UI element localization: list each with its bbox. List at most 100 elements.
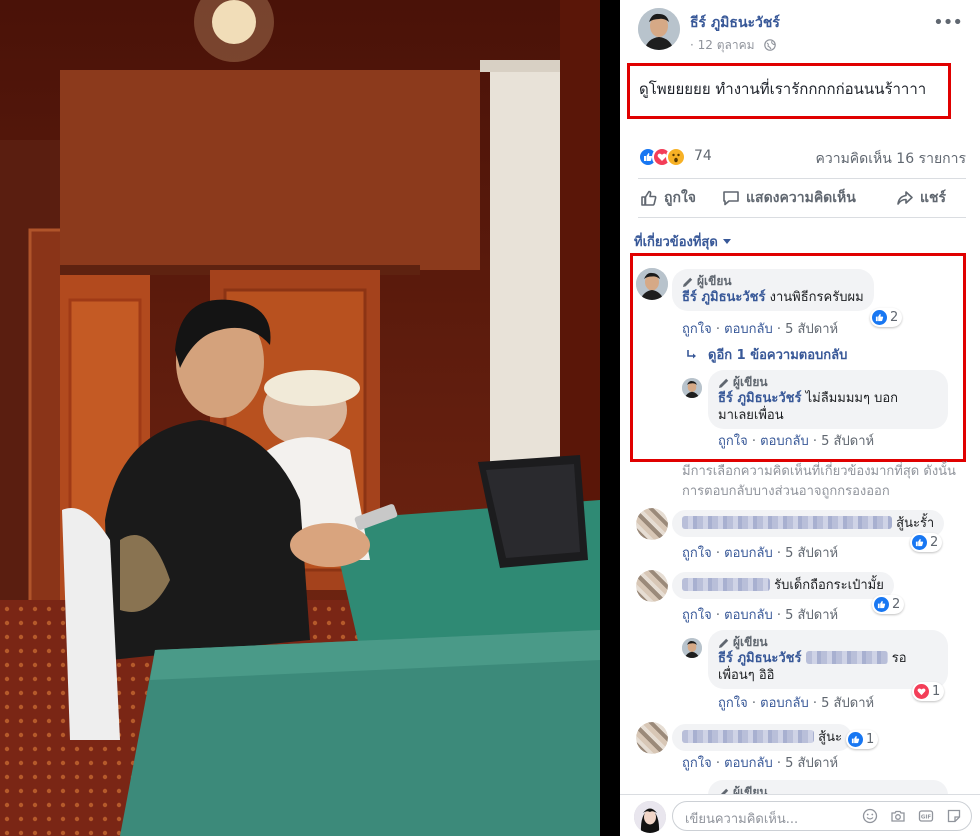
more-dots-icon[interactable]: ••• xyxy=(933,14,963,32)
like-label: ถูกใจ xyxy=(664,190,696,206)
reply-reply-link[interactable]: ตอบกลับ xyxy=(760,434,809,449)
composer-icons: GIF xyxy=(861,807,963,825)
filter-notice: มีการเลือกความคิดเห็นที่เกี่ยวข้องมากที่… xyxy=(682,464,956,499)
comment-time[interactable]: 5 สัปดาห์ xyxy=(785,608,838,623)
post-header: ธีร์ ภูมิธนะวัชร์ · 12 ตุลาคม ••• xyxy=(638,8,978,58)
reply-arrow-icon xyxy=(687,349,696,358)
reply-text-line2: มาเลยเพื่อน xyxy=(718,408,784,423)
comment-bubble: ผู้เขียน ธีร์ ภูมิธนะวัชร์ งานพิธีกรครับ… xyxy=(672,269,874,311)
comment-text: สู้นะรั้า xyxy=(896,516,935,531)
reply-text: รอ xyxy=(891,651,907,666)
reply-item: ผู้เขียน ธีร์ ภูมิธนะวัชร์ ไม่ลืมมมมๆ บอ… xyxy=(682,370,972,450)
post-side-panel: ธีร์ ภูมิธนะวัชร์ · 12 ตุลาคม ••• ดูโพยย… xyxy=(620,0,980,836)
comment-time[interactable]: 5 สัปดาห์ xyxy=(785,756,838,771)
reply-bubble: ผู้เขียน ธีร์ ภูมิธนะวัชร์ รอ เพื่อนๆ อิ… xyxy=(708,630,948,689)
comment-icon xyxy=(723,191,739,206)
reply-text: ไม่ลืมมมมๆ บอก xyxy=(805,391,899,406)
filter-label: ที่เกี่ยวข้องที่สุด xyxy=(634,235,718,250)
sticker-icon[interactable] xyxy=(945,807,963,825)
comment-item: สู้นะรั้า ถูกใจ · ตอบกลับ · 5 สัปดาห์ 2 xyxy=(636,508,966,564)
post-text-highlight: ดูโพยยยยย ทำงานที่เรารักกกกก่อนนนร้าาาา xyxy=(627,63,951,119)
viewer-avatar[interactable] xyxy=(634,801,666,833)
replier-avatar[interactable] xyxy=(682,638,702,658)
pencil-icon xyxy=(719,638,729,648)
camera-icon[interactable] xyxy=(889,807,907,825)
comment-bubble: สู้นะรั้า xyxy=(672,510,945,537)
comment-like-link[interactable]: ถูกใจ xyxy=(682,546,712,561)
reply-reaction-badge[interactable]: 1 xyxy=(912,682,945,701)
blurred-commenter-name xyxy=(682,578,770,591)
comment-button[interactable]: แสดงความคิดเห็น xyxy=(722,187,856,209)
comment-text: รับเด็กถือกระเป๋ามั้ย xyxy=(774,578,884,593)
author-avatar[interactable] xyxy=(638,8,680,50)
comment-reply-link[interactable]: ตอบกลับ xyxy=(724,756,773,771)
post-text: ดูโพยยยยย ทำงานที่เรารักกกกก่อนนนร้าาาา xyxy=(639,80,927,98)
reply-time[interactable]: 5 สัปดาห์ xyxy=(821,434,874,449)
svg-text:GIF: GIF xyxy=(921,815,932,821)
post-date[interactable]: 12 ตุลาคม xyxy=(698,38,755,52)
comment-bubble: รับเด็กถือกระเป๋ามั้ย xyxy=(672,572,894,599)
comment-actions: ถูกใจ · ตอบกลับ · 5 สัปดาห์ xyxy=(682,608,839,623)
reply-like-link[interactable]: ถูกใจ xyxy=(718,696,748,711)
view-more-replies-link[interactable]: ดูอีก 1 ข้อความตอบกลับ xyxy=(686,344,847,365)
comment-item: ผู้เขียน ธีร์ ภูมิธนะวัชร์ งานพิธีกรครับ… xyxy=(636,268,966,338)
commenter-avatar[interactable] xyxy=(636,570,668,602)
blurred-mention xyxy=(805,651,888,664)
caret-down-icon xyxy=(722,239,731,244)
share-button[interactable]: แชร์ xyxy=(896,187,946,209)
post-meta: · 12 ตุลาคม xyxy=(690,36,777,55)
author-badge: ผู้เขียน xyxy=(682,274,864,289)
author-name[interactable]: ธีร์ ภูมิธนะวัชร์ xyxy=(690,12,780,34)
comment-actions: ถูกใจ · ตอบกลับ · 5 สัปดาห์ xyxy=(682,322,839,337)
comment-reaction-badge[interactable]: 2 xyxy=(870,308,903,327)
post-photo[interactable] xyxy=(0,0,600,836)
comment-label: แสดงความคิดเห็น xyxy=(746,190,856,206)
post-action-bar: ถูกใจ แสดงความคิดเห็น แชร์ xyxy=(638,178,966,218)
reply-item: ผู้เขียน ธีร์ ภูมิธนะวัชร์ รอ เพื่อนๆ อิ… xyxy=(682,630,972,712)
comment-input[interactable]: เขียนความคิดเห็น... GIF xyxy=(672,801,972,831)
comment-time[interactable]: 5 สัปดาห์ xyxy=(785,546,838,561)
like-icon xyxy=(872,310,887,325)
photo-scene xyxy=(0,0,600,836)
comment-reaction-badge[interactable]: 1 xyxy=(846,730,879,749)
reply-reply-link[interactable]: ตอบกลับ xyxy=(760,696,809,711)
gif-icon[interactable]: GIF xyxy=(917,807,935,825)
comment-reaction-badge[interactable]: 2 xyxy=(872,595,905,614)
comment-like-link[interactable]: ถูกใจ xyxy=(682,608,712,623)
reply-like-link[interactable]: ถูกใจ xyxy=(718,434,748,449)
comment-filter-dropdown[interactable]: ที่เกี่ยวข้องที่สุด xyxy=(634,231,731,252)
author-badge: ผู้เขียน xyxy=(718,375,938,390)
reply-bubble: ผู้เขียน ธีร์ ภูมิธนะวัชร์ ไม่ลืมมมมๆ บอ… xyxy=(708,370,948,429)
reply-time[interactable]: 5 สัปดาห์ xyxy=(821,696,874,711)
comment-actions: ถูกใจ · ตอบกลับ · 5 สัปดาห์ xyxy=(682,756,839,771)
like-button[interactable]: ถูกใจ xyxy=(640,187,696,209)
comment-item: รับเด็กถือกระเป๋ามั้ย ถูกใจ · ตอบกลับ · … xyxy=(636,570,966,626)
comment-actions: ถูกใจ · ตอบกลับ · 5 สัปดาห์ xyxy=(682,546,839,561)
commenter-avatar[interactable] xyxy=(636,268,668,300)
replier-name[interactable]: ธีร์ ภูมิธนะวัชร์ xyxy=(718,391,802,406)
commenter-avatar[interactable] xyxy=(636,508,668,540)
blurred-commenter-name xyxy=(682,516,892,529)
emoji-icon[interactable] xyxy=(861,807,879,825)
commenter-avatar[interactable] xyxy=(636,722,668,754)
comment-reply-link[interactable]: ตอบกลับ xyxy=(724,546,773,561)
commenter-name[interactable]: ธีร์ ภูมิธนะวัชร์ xyxy=(682,290,766,305)
comment-time[interactable]: 5 สัปดาห์ xyxy=(785,322,838,337)
reply-text-line2: เพื่อนๆ อิอิ xyxy=(718,668,775,683)
comment-like-link[interactable]: ถูกใจ xyxy=(682,756,712,771)
replier-name[interactable]: ธีร์ ภูมิธนะวัชร์ xyxy=(718,651,802,666)
pencil-icon xyxy=(683,277,693,287)
share-icon xyxy=(897,191,913,205)
like-icon xyxy=(641,190,657,206)
pencil-icon xyxy=(719,378,729,388)
comment-reply-link[interactable]: ตอบกลับ xyxy=(724,322,773,337)
comment-like-link[interactable]: ถูกใจ xyxy=(682,322,712,337)
replier-avatar[interactable] xyxy=(682,378,702,398)
comment-reply-link[interactable]: ตอบกลับ xyxy=(724,608,773,623)
globe-icon xyxy=(764,39,777,51)
share-label: แชร์ xyxy=(920,190,947,206)
comment-count[interactable]: ความคิดเห็น 16 รายการ xyxy=(815,148,966,170)
comment-reaction-badge[interactable]: 2 xyxy=(910,533,943,552)
comment-input-placeholder: เขียนความคิดเห็น... xyxy=(685,812,799,827)
reaction-count[interactable]: 74 xyxy=(694,148,712,164)
